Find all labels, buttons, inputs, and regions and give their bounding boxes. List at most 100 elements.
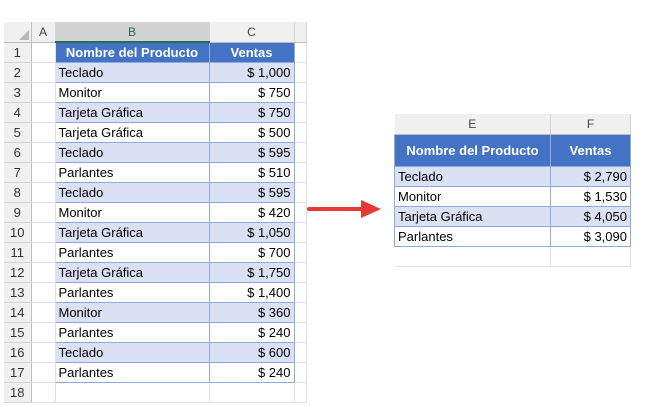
column-header-b[interactable]: B bbox=[55, 22, 210, 43]
cell[interactable] bbox=[394, 246, 551, 267]
summary-product-cell[interactable]: Monitor bbox=[394, 185, 551, 207]
select-all-corner[interactable] bbox=[4, 22, 32, 43]
cell[interactable] bbox=[31, 222, 56, 243]
sales-cell[interactable]: $ 1,000 bbox=[208, 61, 295, 83]
cell[interactable] bbox=[31, 282, 56, 303]
cell[interactable] bbox=[294, 342, 307, 363]
product-cell[interactable]: Teclado bbox=[54, 61, 210, 83]
sales-cell[interactable]: $ 1,050 bbox=[208, 221, 295, 243]
product-cell[interactable]: Parlantes bbox=[54, 161, 210, 183]
product-cell[interactable]: Parlantes bbox=[54, 281, 210, 303]
cell[interactable] bbox=[294, 222, 307, 243]
cell[interactable] bbox=[294, 262, 307, 283]
header-product-cell[interactable]: Nombre del Producto bbox=[54, 41, 210, 63]
column-header-a[interactable]: A bbox=[31, 22, 56, 43]
column-header-e[interactable]: E bbox=[394, 114, 551, 135]
product-cell[interactable]: Parlantes bbox=[54, 361, 210, 383]
cell[interactable] bbox=[550, 246, 631, 267]
row-header[interactable]: 2 bbox=[4, 62, 32, 83]
row-header[interactable]: 17 bbox=[4, 362, 32, 383]
cell[interactable] bbox=[294, 102, 307, 123]
summary-product-cell[interactable]: Parlantes bbox=[394, 225, 551, 247]
product-cell[interactable]: Teclado bbox=[54, 141, 210, 163]
row-header[interactable]: 5 bbox=[4, 122, 32, 143]
sales-cell[interactable]: $ 750 bbox=[208, 101, 295, 123]
cell[interactable] bbox=[31, 102, 56, 123]
summary-product-cell[interactable]: Tarjeta Gráfica bbox=[394, 205, 551, 227]
row-header[interactable]: 16 bbox=[4, 342, 32, 363]
cell[interactable] bbox=[294, 382, 307, 403]
row-header[interactable]: 10 bbox=[4, 222, 32, 243]
cell[interactable] bbox=[31, 202, 56, 223]
cell[interactable] bbox=[31, 302, 56, 323]
product-cell[interactable]: Monitor bbox=[54, 81, 210, 103]
sales-cell[interactable]: $ 420 bbox=[208, 201, 295, 223]
row-header[interactable]: 8 bbox=[4, 182, 32, 203]
product-cell[interactable]: Teclado bbox=[54, 181, 210, 203]
row-header[interactable]: 6 bbox=[4, 142, 32, 163]
cell[interactable] bbox=[294, 242, 307, 263]
product-cell[interactable]: Monitor bbox=[54, 201, 210, 223]
summary-header-sales-cell[interactable]: Ventas bbox=[550, 133, 631, 167]
sales-cell[interactable]: $ 595 bbox=[208, 141, 295, 163]
cell[interactable] bbox=[294, 282, 307, 303]
product-cell[interactable]: Tarjeta Gráfica bbox=[54, 101, 210, 123]
cell[interactable] bbox=[294, 322, 307, 343]
summary-sales-cell[interactable]: $ 2,790 bbox=[550, 165, 631, 187]
cell[interactable] bbox=[31, 362, 56, 383]
product-cell[interactable]: Tarjeta Gráfica bbox=[54, 121, 210, 143]
row-header[interactable]: 11 bbox=[4, 242, 32, 263]
sales-cell[interactable]: $ 500 bbox=[208, 121, 295, 143]
sales-cell[interactable]: $ 240 bbox=[208, 361, 295, 383]
row-header[interactable]: 4 bbox=[4, 102, 32, 123]
sales-cell[interactable]: $ 595 bbox=[208, 181, 295, 203]
cell[interactable] bbox=[31, 82, 56, 103]
cell[interactable] bbox=[294, 42, 307, 63]
summary-sales-cell[interactable]: $ 3,090 bbox=[550, 225, 631, 247]
summary-header-product-cell[interactable]: Nombre del Producto bbox=[394, 133, 551, 167]
cell[interactable] bbox=[31, 262, 56, 283]
row-header[interactable]: 13 bbox=[4, 282, 32, 303]
summary-sales-cell[interactable]: $ 1,530 bbox=[550, 185, 631, 207]
column-header-d[interactable] bbox=[294, 22, 307, 43]
sales-cell[interactable]: $ 510 bbox=[208, 161, 295, 183]
cell[interactable] bbox=[294, 302, 307, 323]
column-header-f[interactable]: F bbox=[550, 114, 631, 135]
cell[interactable] bbox=[294, 62, 307, 83]
sales-cell[interactable]: $ 600 bbox=[208, 341, 295, 363]
cell[interactable] bbox=[31, 322, 56, 343]
cell[interactable] bbox=[294, 142, 307, 163]
cell[interactable] bbox=[31, 242, 56, 263]
row-header[interactable]: 18 bbox=[4, 382, 32, 403]
row-header[interactable]: 12 bbox=[4, 262, 32, 283]
cell[interactable] bbox=[31, 162, 56, 183]
summary-product-cell[interactable]: Teclado bbox=[394, 165, 551, 187]
cell[interactable] bbox=[31, 382, 56, 403]
row-header[interactable]: 7 bbox=[4, 162, 32, 183]
sales-cell[interactable]: $ 240 bbox=[208, 321, 295, 343]
product-cell[interactable]: Teclado bbox=[54, 341, 210, 363]
product-cell[interactable]: Tarjeta Gráfica bbox=[54, 221, 210, 243]
cell[interactable] bbox=[294, 122, 307, 143]
row-header[interactable]: 14 bbox=[4, 302, 32, 323]
cell[interactable] bbox=[294, 82, 307, 103]
cell[interactable] bbox=[31, 122, 56, 143]
product-cell[interactable]: Monitor bbox=[54, 301, 210, 323]
cell[interactable] bbox=[31, 62, 56, 83]
sales-cell[interactable]: $ 360 bbox=[208, 301, 295, 323]
row-header[interactable]: 15 bbox=[4, 322, 32, 343]
product-cell[interactable]: Tarjeta Gráfica bbox=[54, 261, 210, 283]
sales-cell[interactable]: $ 1,750 bbox=[208, 261, 295, 283]
cell[interactable] bbox=[209, 382, 295, 403]
column-header-c[interactable]: C bbox=[209, 22, 295, 43]
cell[interactable] bbox=[31, 42, 56, 63]
cell[interactable] bbox=[31, 182, 56, 203]
sales-cell[interactable]: $ 1,400 bbox=[208, 281, 295, 303]
cell[interactable] bbox=[31, 342, 56, 363]
row-header[interactable]: 3 bbox=[4, 82, 32, 103]
row-header[interactable]: 1 bbox=[4, 42, 32, 63]
sales-cell[interactable]: $ 750 bbox=[208, 81, 295, 103]
cell[interactable] bbox=[31, 142, 56, 163]
cell[interactable] bbox=[55, 382, 210, 403]
header-sales-cell[interactable]: Ventas bbox=[208, 41, 295, 63]
